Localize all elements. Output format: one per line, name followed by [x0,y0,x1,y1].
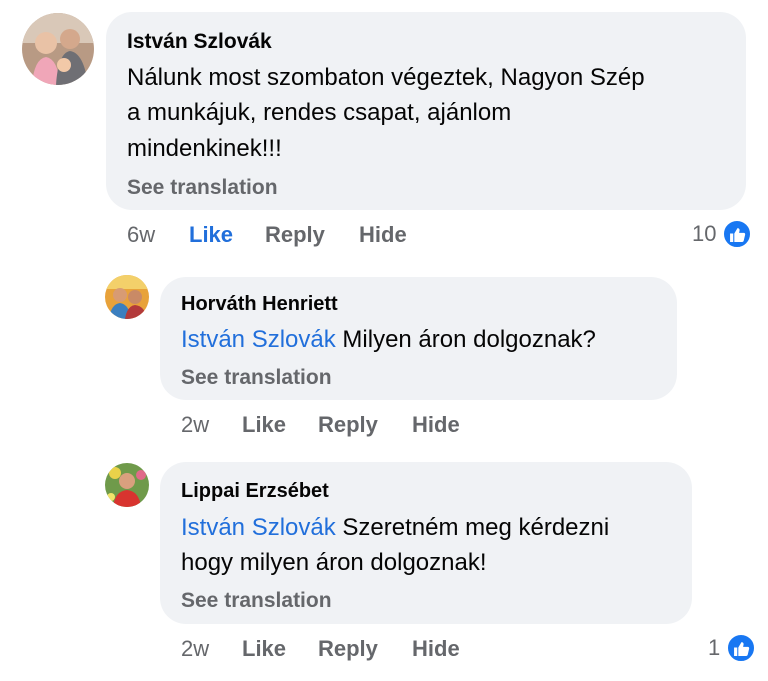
hide-button[interactable]: Hide [359,222,407,248]
comment-bubble: István Szlovák Nálunk most szombaton vég… [106,12,746,210]
comment-text-line: a munkájuk, rendes csapat, ajánlom [127,99,512,126]
like-button[interactable]: Like [242,412,286,438]
comment-text: Milyen áron dolgoznak? [342,326,596,353]
comment-text-line: mindenkinek!!! [127,135,282,162]
hide-button[interactable]: Hide [412,412,460,438]
reply-button[interactable]: Reply [318,636,378,662]
comment-text: Szeretném meg kérdezni [342,514,610,541]
see-translation-link[interactable]: See translation [127,176,278,200]
comment-bubble: Lippai Erzsébet István Szlovák Szeretném… [160,462,692,624]
comment-bubble: Horváth Henriett István Szlovák Milyen á… [160,277,677,400]
comment-author[interactable]: Lippai Erzsébet [181,480,329,503]
like-button[interactable]: Like [189,222,233,248]
reaction-summary[interactable]: 1 [708,633,757,663]
comment-text-line: István Szlovák Szeretném meg kérdezni [181,514,609,542]
comment-timestamp[interactable]: 6w [127,222,155,248]
avatar[interactable] [105,275,149,319]
mention-link[interactable]: István Szlovák [181,514,336,541]
comment-actions: 6w Like Reply Hide [127,222,427,250]
like-button[interactable]: Like [242,636,286,662]
avatar-photo-icon [22,13,94,85]
reaction-count: 10 [692,221,717,246]
thumbs-up-icon [722,219,753,249]
avatar[interactable] [105,463,149,507]
comment-actions: 2w Like Reply Hide [181,636,481,664]
avatar-photo-icon [105,463,149,507]
mention-link[interactable]: István Szlovák [181,326,336,353]
avatar[interactable] [22,13,94,85]
avatar-photo-icon [105,275,149,319]
comment-author[interactable]: Horváth Henriett [181,293,338,316]
see-translation-link[interactable]: See translation [181,366,332,390]
comment-timestamp[interactable]: 2w [181,636,209,662]
comment-text-line: hogy milyen áron dolgoznak! [181,549,487,576]
reaction-summary[interactable]: 10 [692,219,753,249]
comment-text-line: István Szlovák Milyen áron dolgoznak? [181,326,596,354]
comment-author[interactable]: István Szlovák [127,30,272,54]
see-translation-link[interactable]: See translation [181,589,332,613]
comment-text-line: Nálunk most szombaton végeztek, Nagyon S… [127,64,645,91]
thumbs-up-icon [726,633,757,663]
comment-actions: 2w Like Reply Hide [181,412,481,440]
comment-timestamp[interactable]: 2w [181,412,209,438]
reaction-count: 1 [708,635,721,660]
reply-button[interactable]: Reply [318,412,378,438]
reply-button[interactable]: Reply [265,222,325,248]
hide-button[interactable]: Hide [412,636,460,662]
